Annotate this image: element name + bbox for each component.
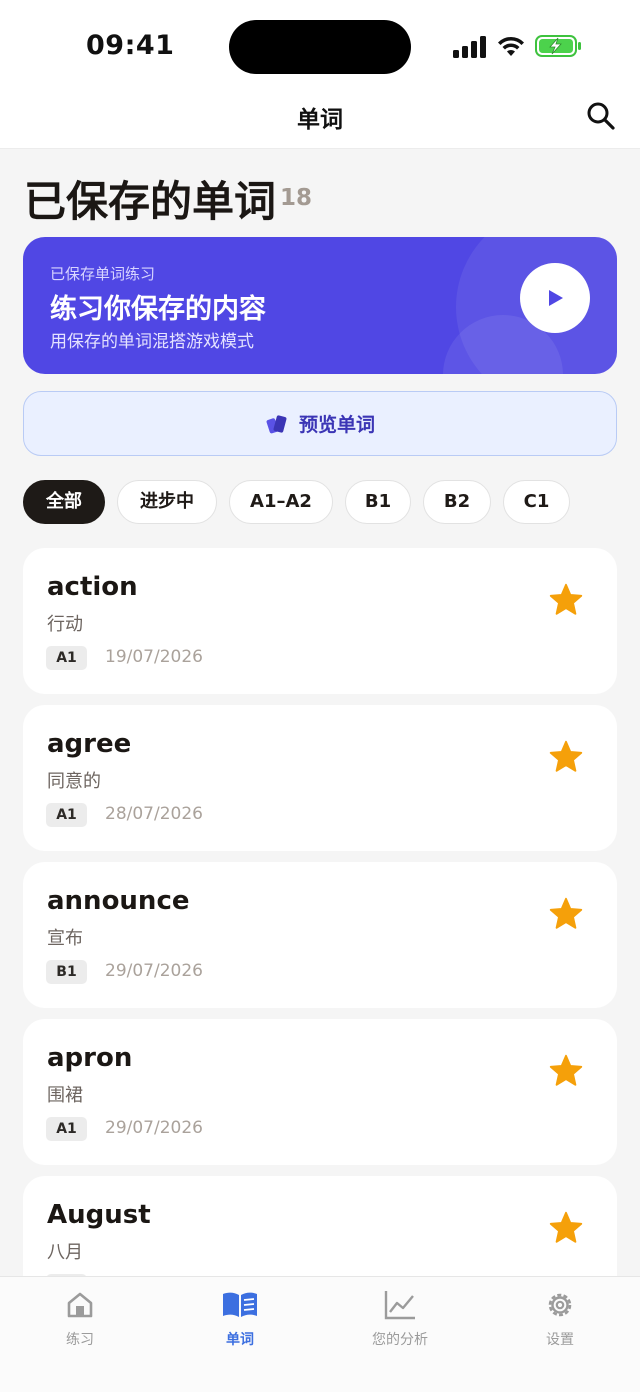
star-icon[interactable] (548, 1210, 584, 1246)
chart-icon (384, 1291, 415, 1320)
star-icon[interactable] (548, 896, 584, 932)
play-button[interactable] (520, 263, 590, 333)
preview-words-content: 预览单词 (24, 410, 616, 437)
home-icon (67, 1292, 93, 1318)
page-title: 已保存的单词 (24, 177, 277, 226)
filter-chip-b1[interactable]: B1 (345, 480, 411, 524)
word-translation: 八月 (47, 1242, 83, 1263)
word-text: announce (47, 886, 190, 916)
level-badge: A1 (46, 1117, 87, 1141)
word-card[interactable]: action 行动 A1 19/07/2026 (23, 548, 617, 694)
book-icon (223, 1292, 257, 1317)
word-card[interactable]: announce 宣布 B1 29/07/2026 (23, 862, 617, 1008)
navigation-bar: 单词 (0, 88, 640, 149)
banner-subtitle: 用保存的单词混搭游戏模式 (50, 332, 254, 352)
word-text: August (47, 1200, 151, 1230)
saved-date: 28/07/2026 (105, 804, 203, 824)
saved-count: 18 (280, 185, 313, 211)
level-badge: A1 (46, 803, 87, 827)
preview-words-button[interactable]: 预览单词 (23, 391, 617, 456)
tab-words[interactable]: 单词 (180, 1289, 300, 1349)
battery-charging-icon (535, 35, 581, 57)
play-icon (549, 290, 563, 306)
word-card[interactable]: agree 同意的 A1 28/07/2026 (23, 705, 617, 851)
preview-words-label: 预览单词 (298, 414, 375, 436)
word-translation: 同意的 (47, 771, 101, 792)
banner-title: 练习你保存的内容 (50, 294, 266, 325)
filter-chip-a1-a2[interactable]: A1–A2 (229, 480, 333, 524)
tab-bar: 练习 单词 您的分析 设置 (0, 1276, 640, 1392)
level-badge: B1 (46, 960, 87, 984)
dynamic-island (229, 20, 411, 74)
tab-label: 单词 (226, 1332, 254, 1348)
word-text: apron (47, 1043, 133, 1073)
nav-title: 单词 (297, 107, 343, 133)
tab-label: 您的分析 (372, 1332, 428, 1348)
word-translation: 宣布 (47, 928, 83, 949)
cellular-signal-icon (453, 36, 486, 58)
practice-saved-banner[interactable]: 已保存单词练习 练习你保存的内容 用保存的单词混搭游戏模式 (23, 237, 617, 374)
search-icon[interactable] (584, 99, 618, 133)
tab-label: 练习 (66, 1332, 94, 1348)
cards-icon (266, 415, 287, 434)
word-translation: 行动 (47, 614, 83, 635)
saved-date: 29/07/2026 (105, 961, 203, 981)
level-badge: A1 (46, 646, 87, 670)
star-icon[interactable] (548, 1053, 584, 1089)
filter-chip-in-progress[interactable]: 进步中 (117, 480, 217, 524)
star-icon[interactable] (548, 582, 584, 618)
filter-chip-c1[interactable]: C1 (503, 480, 570, 524)
tab-settings[interactable]: 设置 (500, 1289, 620, 1349)
word-translation: 围裙 (47, 1085, 83, 1106)
tab-practice[interactable]: 练习 (20, 1289, 140, 1349)
filter-chip-b2[interactable]: B2 (423, 480, 491, 524)
word-card[interactable]: apron 围裙 A1 29/07/2026 (23, 1019, 617, 1165)
status-bar: 09:41 (0, 0, 640, 88)
banner-eyebrow: 已保存单词练习 (50, 265, 156, 283)
star-icon[interactable] (548, 739, 584, 775)
saved-date: 19/07/2026 (105, 647, 203, 667)
tab-label: 设置 (546, 1332, 574, 1348)
filter-chip-all[interactable]: 全部 (23, 480, 105, 524)
gear-icon (548, 1293, 572, 1317)
saved-date: 29/07/2026 (105, 1118, 203, 1138)
word-text: action (47, 572, 138, 602)
word-text: agree (47, 729, 132, 759)
wifi-icon (498, 36, 524, 56)
status-time: 09:41 (86, 30, 175, 61)
tab-analytics[interactable]: 您的分析 (340, 1289, 460, 1349)
